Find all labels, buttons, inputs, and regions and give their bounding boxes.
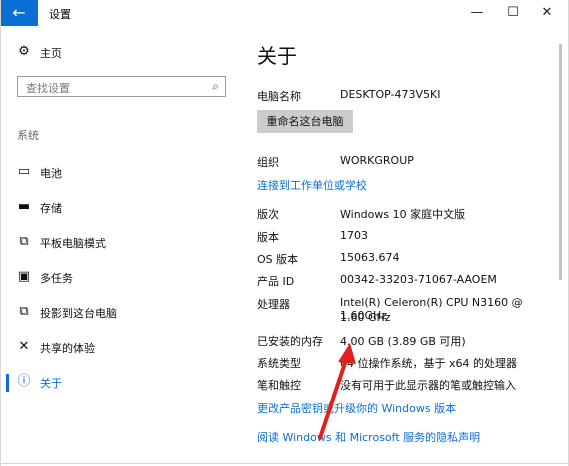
spec-value-system-type: 64 位操作系统，基于 x64 的处理器 xyxy=(340,357,517,370)
privacy-statement-link[interactable]: 阅读 Windows 和 Microsoft 服务的隐私声明 xyxy=(257,429,480,445)
minimize-icon: — xyxy=(470,5,484,20)
spec-label-version: 版本 xyxy=(257,231,279,244)
spec-label-ram: 已安装的内存 xyxy=(257,335,323,348)
close-icon: ✕ xyxy=(541,5,553,20)
spec-label-os-build: OS 版本 xyxy=(257,253,299,266)
minimize-button[interactable]: — xyxy=(461,0,493,26)
search-icon[interactable]: ⌕ xyxy=(212,79,219,94)
spec-value-pen-touch: 没有可用于此显示器的笔或触控输入 xyxy=(340,379,516,392)
connect-work-school-link[interactable]: 连接到工作单位或学校 xyxy=(257,177,367,193)
project-icon: ⧉ xyxy=(19,304,29,319)
back-arrow-icon: ← xyxy=(12,3,26,22)
spec-value-product-id: 00342-33203-71067-AAOEM xyxy=(340,273,497,286)
title-bar: ← 设置 — ☐ ✕ xyxy=(0,0,569,26)
spec-label-processor: 处理器 xyxy=(257,298,290,311)
spec-value-version: 1703 xyxy=(340,229,368,242)
maximize-icon: ☐ xyxy=(507,5,519,20)
tablet-mode-icon: ⧉ xyxy=(19,234,29,249)
storage-icon: ▬ xyxy=(17,199,31,214)
sidebar-item-label: 主页 xyxy=(40,47,62,60)
pc-name-value: DESKTOP-473V5KI xyxy=(340,88,441,101)
info-icon: ⓘ xyxy=(17,374,31,389)
spec-value-os-build: 15063.674 xyxy=(340,251,400,264)
spec-label-product-id: 产品 ID xyxy=(257,275,295,288)
spec-value-edition: Windows 10 家庭中文版 xyxy=(340,208,466,221)
sidebar-item-label: 多任务 xyxy=(40,272,73,285)
sidebar-item-label: 投影到这台电脑 xyxy=(40,307,117,320)
sidebar-item-tablet-mode[interactable]: ⧉ 平板电脑模式 xyxy=(0,227,232,257)
sidebar-item-home[interactable]: ⚙ 主页 xyxy=(0,37,232,67)
shared-experience-icon: ✕ xyxy=(18,339,30,354)
battery-icon: ▭ xyxy=(17,164,31,179)
org-value: WORKGROUP xyxy=(340,154,414,167)
gear-icon: ⚙ xyxy=(18,44,30,59)
search-input[interactable]: 查找设置 ⌕ xyxy=(17,76,226,97)
spec-value-processor-speed: 1.60 GHz xyxy=(340,311,391,324)
org-label: 组织 xyxy=(257,156,279,169)
back-button[interactable]: ← xyxy=(0,0,38,26)
scrollbar[interactable] xyxy=(557,44,565,280)
window-title: 设置 xyxy=(49,8,71,21)
sidebar-item-label: 关于 xyxy=(40,377,62,390)
sidebar-item-project[interactable]: ⧉ 投影到这台电脑 xyxy=(0,297,232,327)
close-button[interactable]: ✕ xyxy=(531,0,563,26)
sidebar-item-storage[interactable]: ▬ 存储 xyxy=(0,192,232,222)
window-border-bottom xyxy=(0,463,569,464)
change-product-key-link[interactable]: 更改产品密钥或升级你的 Windows 版本 xyxy=(257,400,456,416)
rename-pc-button[interactable]: 重命名这台电脑 xyxy=(257,110,353,133)
scrollbar-thumb[interactable] xyxy=(559,44,562,280)
sidebar-section-label: 系统 xyxy=(17,129,39,142)
sidebar-item-multitasking[interactable]: ▣ 多任务 xyxy=(0,262,232,292)
sidebar-item-label: 存储 xyxy=(40,202,62,215)
spec-label-pen-touch: 笔和触控 xyxy=(257,379,301,392)
sidebar-item-label: 共享的体验 xyxy=(40,342,95,355)
spec-label-edition: 版次 xyxy=(257,208,279,221)
maximize-button[interactable]: ☐ xyxy=(497,0,529,26)
pc-name-label: 电脑名称 xyxy=(257,90,301,103)
multitask-icon: ▣ xyxy=(17,269,31,284)
sidebar-item-about[interactable]: ⓘ 关于 xyxy=(0,367,232,397)
spec-value-ram: 4.00 GB (3.89 GB 可用) xyxy=(340,335,466,348)
sidebar-item-label: 电池 xyxy=(40,167,62,180)
page-title: 关于 xyxy=(257,44,297,68)
search-placeholder: 查找设置 xyxy=(26,82,70,95)
sidebar-item-battery[interactable]: ▭ 电池 xyxy=(0,157,232,187)
sidebar-item-label: 平板电脑模式 xyxy=(40,237,106,250)
sidebar-item-shared-experiences[interactable]: ✕ 共享的体验 xyxy=(0,332,232,362)
spec-label-system-type: 系统类型 xyxy=(257,357,301,370)
